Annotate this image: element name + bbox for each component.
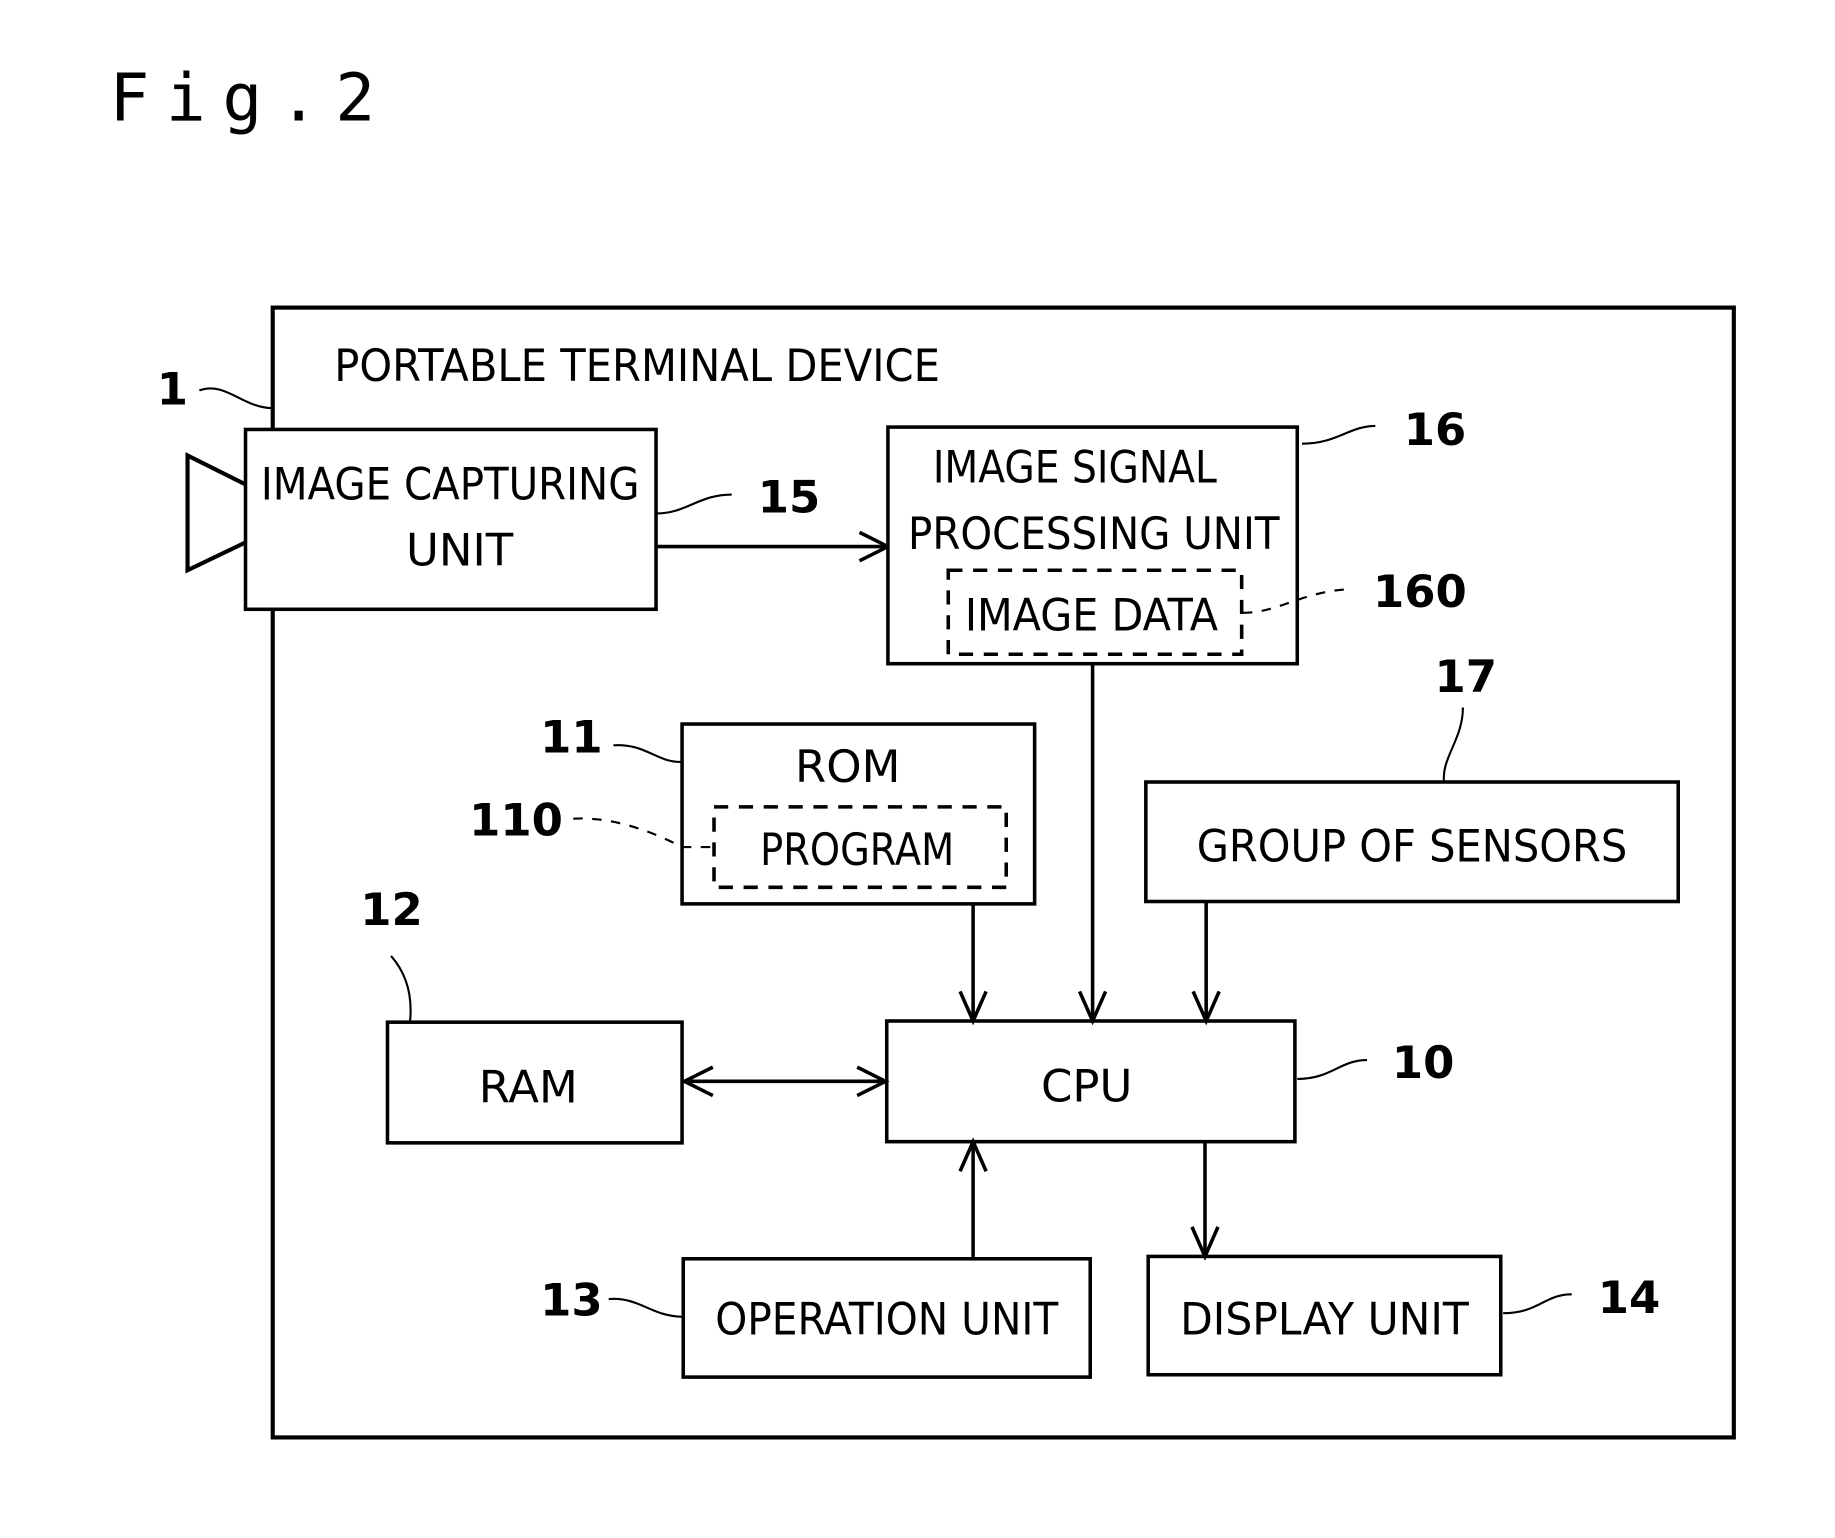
isp-label-line2: PROCESSING UNIT [908, 507, 1280, 560]
cpu-label: CPU [1041, 1059, 1132, 1112]
cpu-block: CPU [884, 1019, 1297, 1144]
ref-110: 110 [469, 793, 563, 846]
image-capturing-label-line2: UNIT [406, 524, 514, 577]
camera-lens-icon [185, 452, 249, 574]
ref-1: 1 [157, 363, 188, 416]
image-capturing-label-line1: IMAGE CAPTURING [261, 457, 640, 510]
image-signal-processing-unit-block: IMAGE SIGNAL PROCESSING UNIT IMAGE DATA [886, 425, 1300, 666]
isp-label-line1: IMAGE SIGNAL [933, 441, 1217, 494]
ram-label: RAM [479, 1061, 578, 1114]
operation-unit-block: OPERATION UNIT [681, 1257, 1093, 1379]
ram-block: RAM [385, 1020, 684, 1145]
ref-11: 11 [540, 710, 603, 763]
rom-block: ROM PROGRAM [680, 722, 1037, 906]
leader-10 [1297, 1058, 1368, 1081]
program-label: PROGRAM [760, 823, 954, 876]
leader-13 [608, 1297, 684, 1318]
leader-12 [390, 955, 412, 1023]
leader-16 [1301, 424, 1376, 445]
image-capturing-unit-block: IMAGE CAPTURING UNIT [243, 427, 658, 612]
image-data-label: IMAGE DATA [965, 589, 1218, 642]
ref-15: 15 [758, 470, 821, 523]
leader-11 [613, 744, 683, 763]
display-unit-block: DISPLAY UNIT [1146, 1254, 1503, 1377]
leader-15 [656, 493, 732, 515]
ref-12: 12 [360, 883, 423, 936]
ref-17: 17 [1435, 650, 1498, 703]
rom-label: ROM [795, 740, 900, 793]
sensors-label: GROUP OF SENSORS [1197, 819, 1628, 872]
device-label: PORTABLE TERMINAL DEVICE [334, 339, 940, 392]
leader-14 [1503, 1293, 1572, 1315]
figure-title: Fig.2 [109, 60, 391, 137]
ref-13: 13 [540, 1274, 603, 1327]
group-of-sensors-block: GROUP OF SENSORS [1144, 780, 1680, 904]
display-unit-label: DISPLAY UNIT [1180, 1293, 1469, 1346]
block-diagram: Fig.2 PORTABLE TERMINAL DEVICE 1 IMAGE C… [109, 60, 1736, 1440]
leader-17 [1442, 707, 1464, 783]
ref-160: 160 [1373, 565, 1467, 618]
ref-16: 16 [1404, 403, 1467, 456]
leader-1 [199, 387, 273, 410]
ref-10: 10 [1392, 1036, 1455, 1089]
ref-14: 14 [1598, 1271, 1661, 1324]
operation-unit-label: OPERATION UNIT [715, 1293, 1059, 1346]
